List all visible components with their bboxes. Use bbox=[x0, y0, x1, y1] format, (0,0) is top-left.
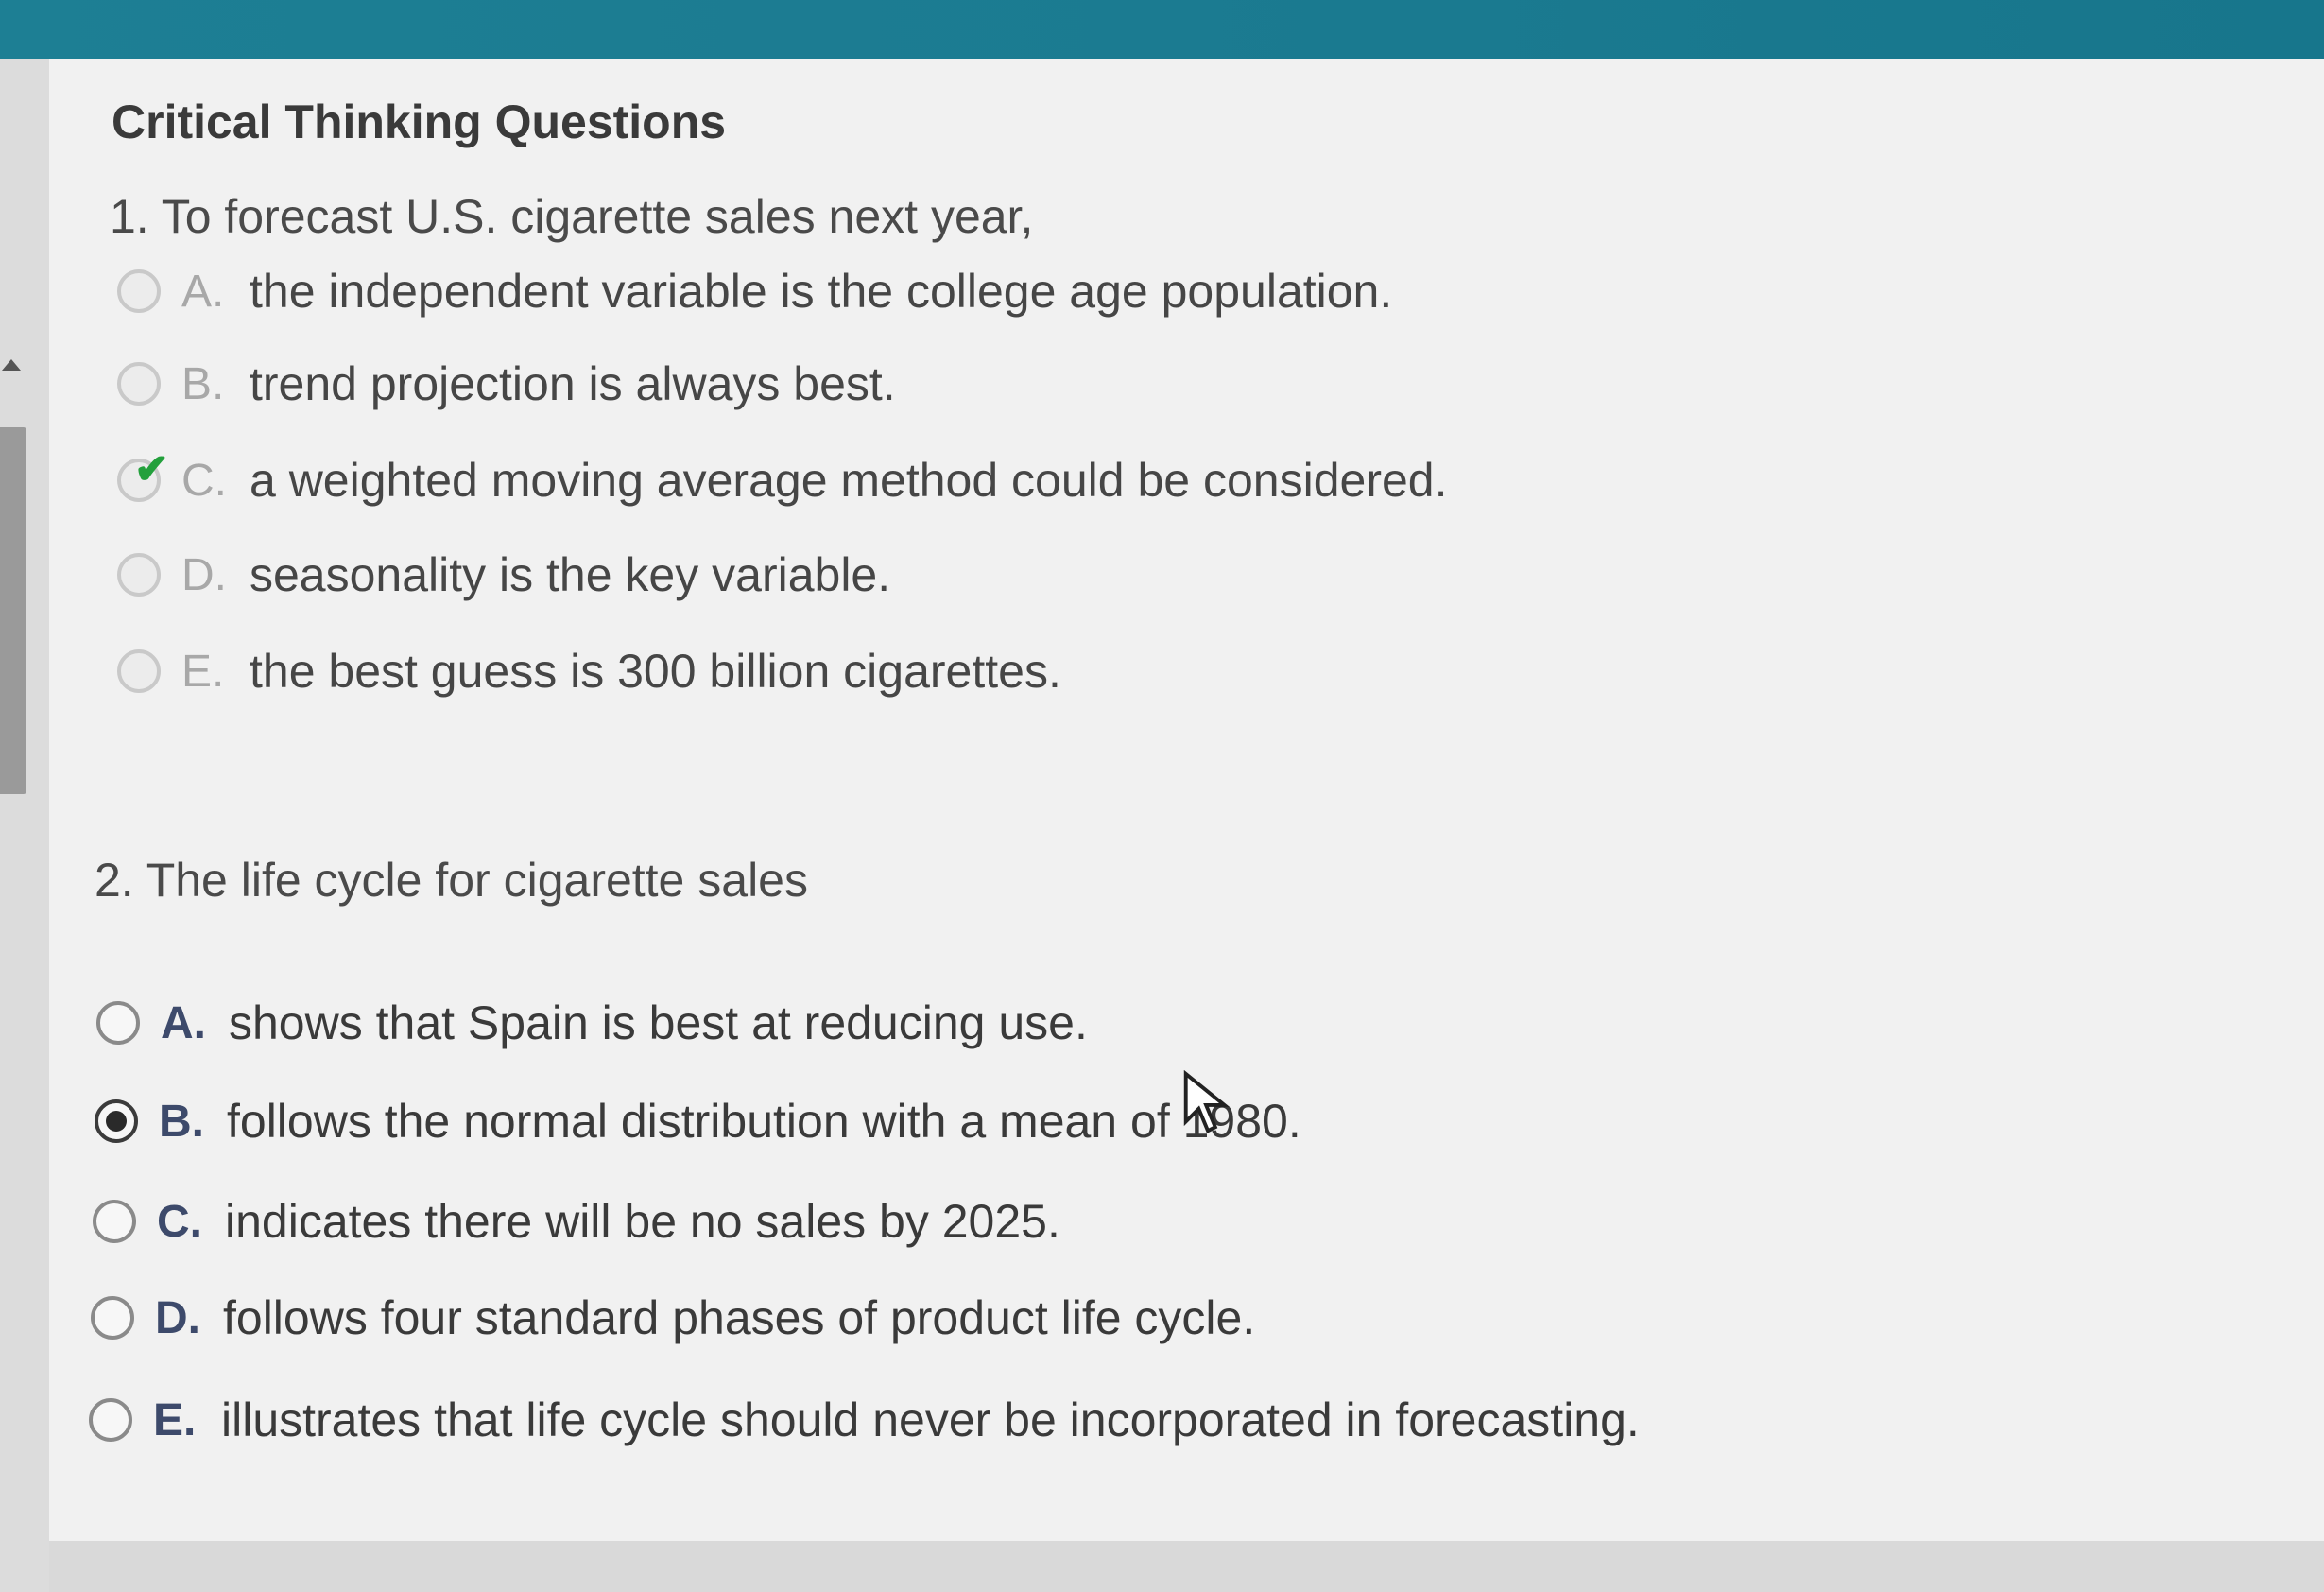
option-letter: E. bbox=[181, 646, 225, 697]
option-text: a weighted moving average method could b… bbox=[250, 454, 1448, 507]
top-header-bar bbox=[0, 0, 2324, 59]
bottom-strip bbox=[49, 1541, 2324, 1592]
radio-button[interactable] bbox=[93, 1200, 136, 1243]
radio-button-selected[interactable] bbox=[95, 1099, 138, 1143]
option-text: follows the normal distribution with a m… bbox=[227, 1095, 1301, 1148]
radio-button[interactable] bbox=[117, 362, 161, 406]
mouse-pointer-icon bbox=[1183, 1070, 1231, 1133]
option-letter: B. bbox=[159, 1096, 204, 1147]
left-scroll-rail[interactable] bbox=[0, 59, 49, 1592]
option-text: follows four standard phases of product … bbox=[223, 1291, 1256, 1344]
radio-button[interactable] bbox=[117, 553, 161, 597]
radio-button[interactable] bbox=[91, 1296, 134, 1340]
option-text: indicates there will be no sales by 2025… bbox=[225, 1195, 1060, 1248]
q1-option-b[interactable]: B. trend projection is always best. bbox=[117, 350, 896, 418]
scroll-up-arrow-icon[interactable] bbox=[2, 359, 21, 371]
q2-option-d[interactable]: D. follows four standard phases of produ… bbox=[91, 1284, 1255, 1352]
option-letter: A. bbox=[161, 997, 206, 1048]
checkmark-icon: ✔ bbox=[134, 446, 169, 493]
radio-button[interactable] bbox=[117, 269, 161, 313]
question-2-prompt: 2. The life cycle for cigarette sales bbox=[95, 854, 808, 907]
q1-option-c[interactable]: ✔ C. a weighted moving average method co… bbox=[117, 446, 1447, 514]
option-text: illustrates that life cycle should never… bbox=[221, 1393, 1640, 1446]
option-letter: C. bbox=[157, 1196, 202, 1247]
scrollbar-thumb[interactable] bbox=[0, 427, 26, 794]
q1-option-d[interactable]: D. seasonality is the key variable. bbox=[117, 541, 890, 609]
question-1-prompt: 1. To forecast U.S. cigarette sales next… bbox=[110, 190, 1034, 243]
option-letter: E. bbox=[153, 1394, 197, 1445]
option-text: trend projection is always best. bbox=[250, 357, 896, 410]
question-panel: Critical Thinking Questions 1. To foreca… bbox=[49, 59, 2324, 1541]
q2-option-c[interactable]: C. indicates there will be no sales by 2… bbox=[93, 1187, 1060, 1255]
option-letter: D. bbox=[181, 549, 227, 600]
q2-option-e[interactable]: E. illustrates that life cycle should ne… bbox=[89, 1386, 1640, 1454]
option-letter: B. bbox=[181, 358, 225, 409]
option-letter: A. bbox=[181, 266, 225, 317]
option-letter: D. bbox=[155, 1292, 200, 1343]
q1-option-a[interactable]: A. the independent variable is the colle… bbox=[117, 257, 1392, 325]
option-text: the best guess is 300 billion cigarettes… bbox=[250, 645, 1061, 698]
section-title: Critical Thinking Questions bbox=[112, 95, 727, 148]
q2-option-b[interactable]: B. follows the normal distribution with … bbox=[95, 1087, 1301, 1155]
radio-button[interactable]: ✔ bbox=[117, 449, 169, 502]
radio-button[interactable] bbox=[96, 1001, 140, 1045]
q2-option-a[interactable]: A. shows that Spain is best at reducing … bbox=[96, 989, 1088, 1057]
radio-button[interactable] bbox=[117, 649, 161, 693]
option-text: shows that Spain is best at reducing use… bbox=[229, 996, 1088, 1049]
option-text: seasonality is the key variable. bbox=[250, 548, 891, 601]
option-text: the independent variable is the college … bbox=[250, 265, 1393, 318]
option-letter: C. bbox=[181, 455, 227, 506]
q1-option-e[interactable]: E. the best guess is 300 billion cigaret… bbox=[117, 637, 1061, 705]
radio-button[interactable] bbox=[89, 1398, 132, 1442]
